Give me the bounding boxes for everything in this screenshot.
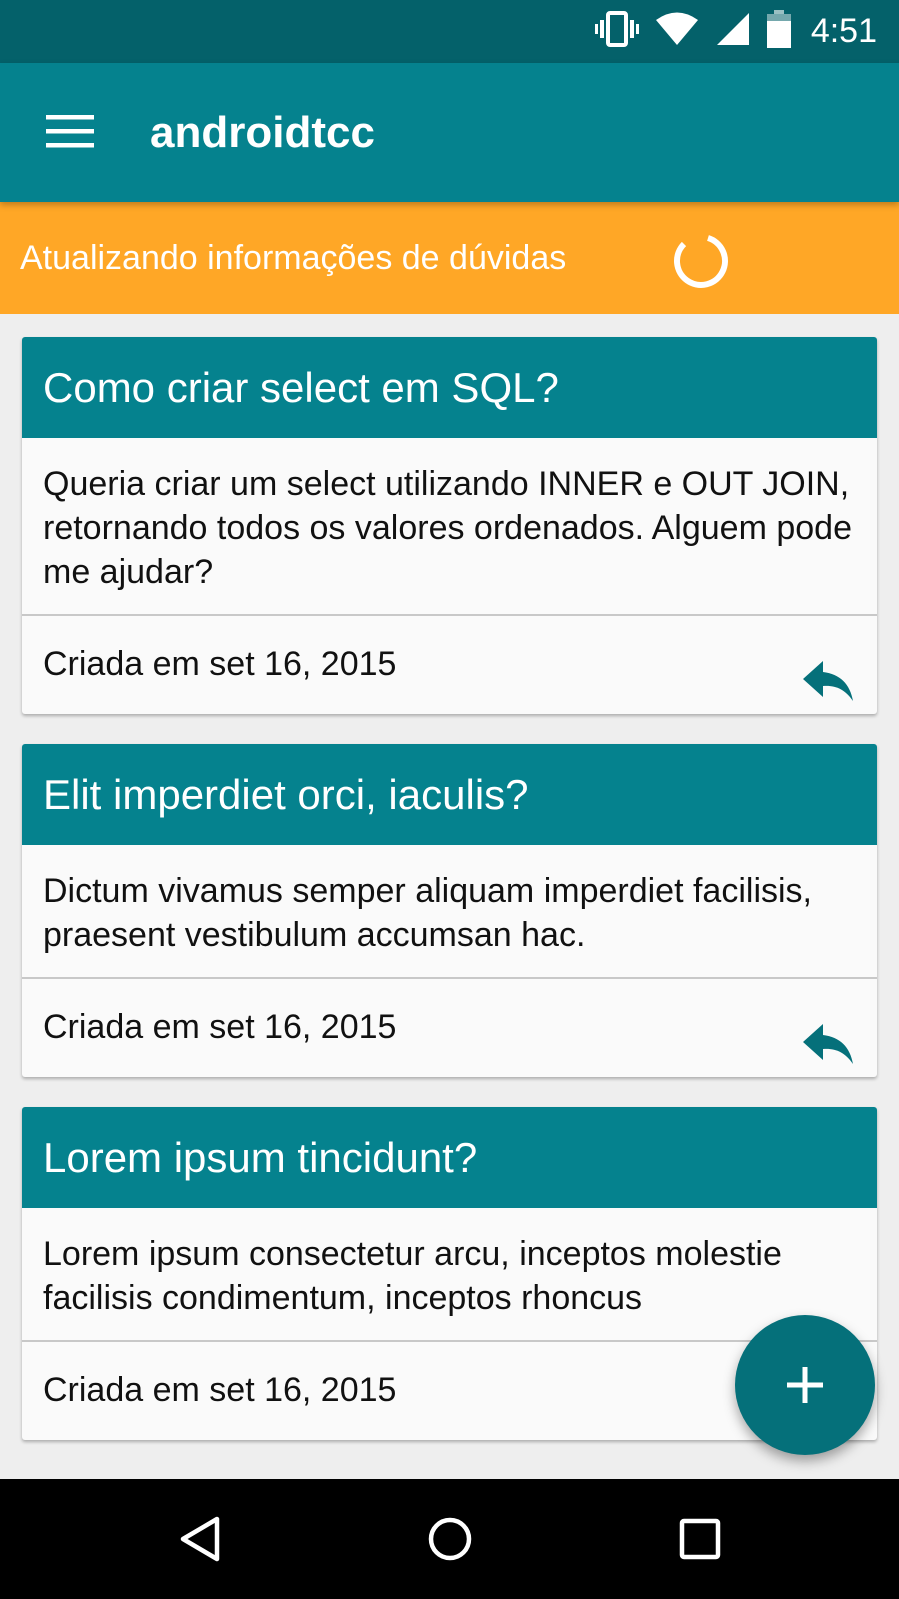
plus-icon [787, 1367, 823, 1403]
reply-icon [803, 661, 853, 701]
reply-button[interactable] [801, 1007, 855, 1064]
status-time: 4:51 [810, 12, 877, 50]
app-title: androidtcc [150, 108, 375, 157]
battery-icon [766, 10, 791, 53]
status-bar: 4:51 [0, 0, 899, 63]
question-body: Lorem ipsum consectetur arcu, inceptos m… [22, 1208, 877, 1342]
question-title: Como criar select em SQL? [22, 337, 877, 438]
reply-icon [803, 1024, 853, 1064]
question-card[interactable]: Como criar select em SQL? Queria criar u… [22, 337, 877, 714]
question-title: Lorem ipsum tincidunt? [22, 1107, 877, 1208]
menu-button[interactable] [38, 103, 102, 163]
vibrate-icon [594, 11, 639, 52]
question-created-date: Criada em set 16, 2015 [43, 1371, 397, 1409]
cell-signal-icon [715, 11, 751, 52]
back-icon [180, 1516, 220, 1562]
back-button[interactable] [168, 1507, 232, 1571]
sync-banner: Atualizando informações de dúvidas [0, 202, 899, 314]
home-icon [428, 1517, 472, 1561]
question-title: Elit imperdiet orci, iaculis? [22, 744, 877, 845]
reply-button[interactable] [801, 644, 855, 701]
question-body: Queria criar um select utilizando INNER … [22, 438, 877, 616]
question-footer: Criada em set 16, 2015 [22, 979, 877, 1077]
home-button[interactable] [418, 1507, 482, 1571]
recents-button[interactable] [668, 1507, 732, 1571]
recents-icon [679, 1518, 721, 1560]
question-card[interactable]: Elit imperdiet orci, iaculis? Dictum viv… [22, 744, 877, 1077]
question-body: Dictum vivamus semper aliquam imperdiet … [22, 845, 877, 979]
add-question-fab[interactable] [735, 1315, 875, 1455]
question-created-date: Criada em set 16, 2015 [43, 645, 397, 683]
hamburger-menu-icon [46, 113, 94, 154]
spinner-icon [672, 232, 730, 290]
app-bar: androidtcc [0, 63, 899, 202]
screen: 4:51 androidtcc Atualizando informações … [0, 0, 899, 1599]
question-created-date: Criada em set 16, 2015 [43, 1008, 397, 1046]
sync-banner-text: Atualizando informações de dúvidas [20, 239, 567, 277]
system-nav-bar [0, 1479, 899, 1599]
wifi-icon [655, 11, 699, 52]
question-footer: Criada em set 16, 2015 [22, 616, 877, 714]
status-icons: 4:51 [594, 0, 877, 63]
